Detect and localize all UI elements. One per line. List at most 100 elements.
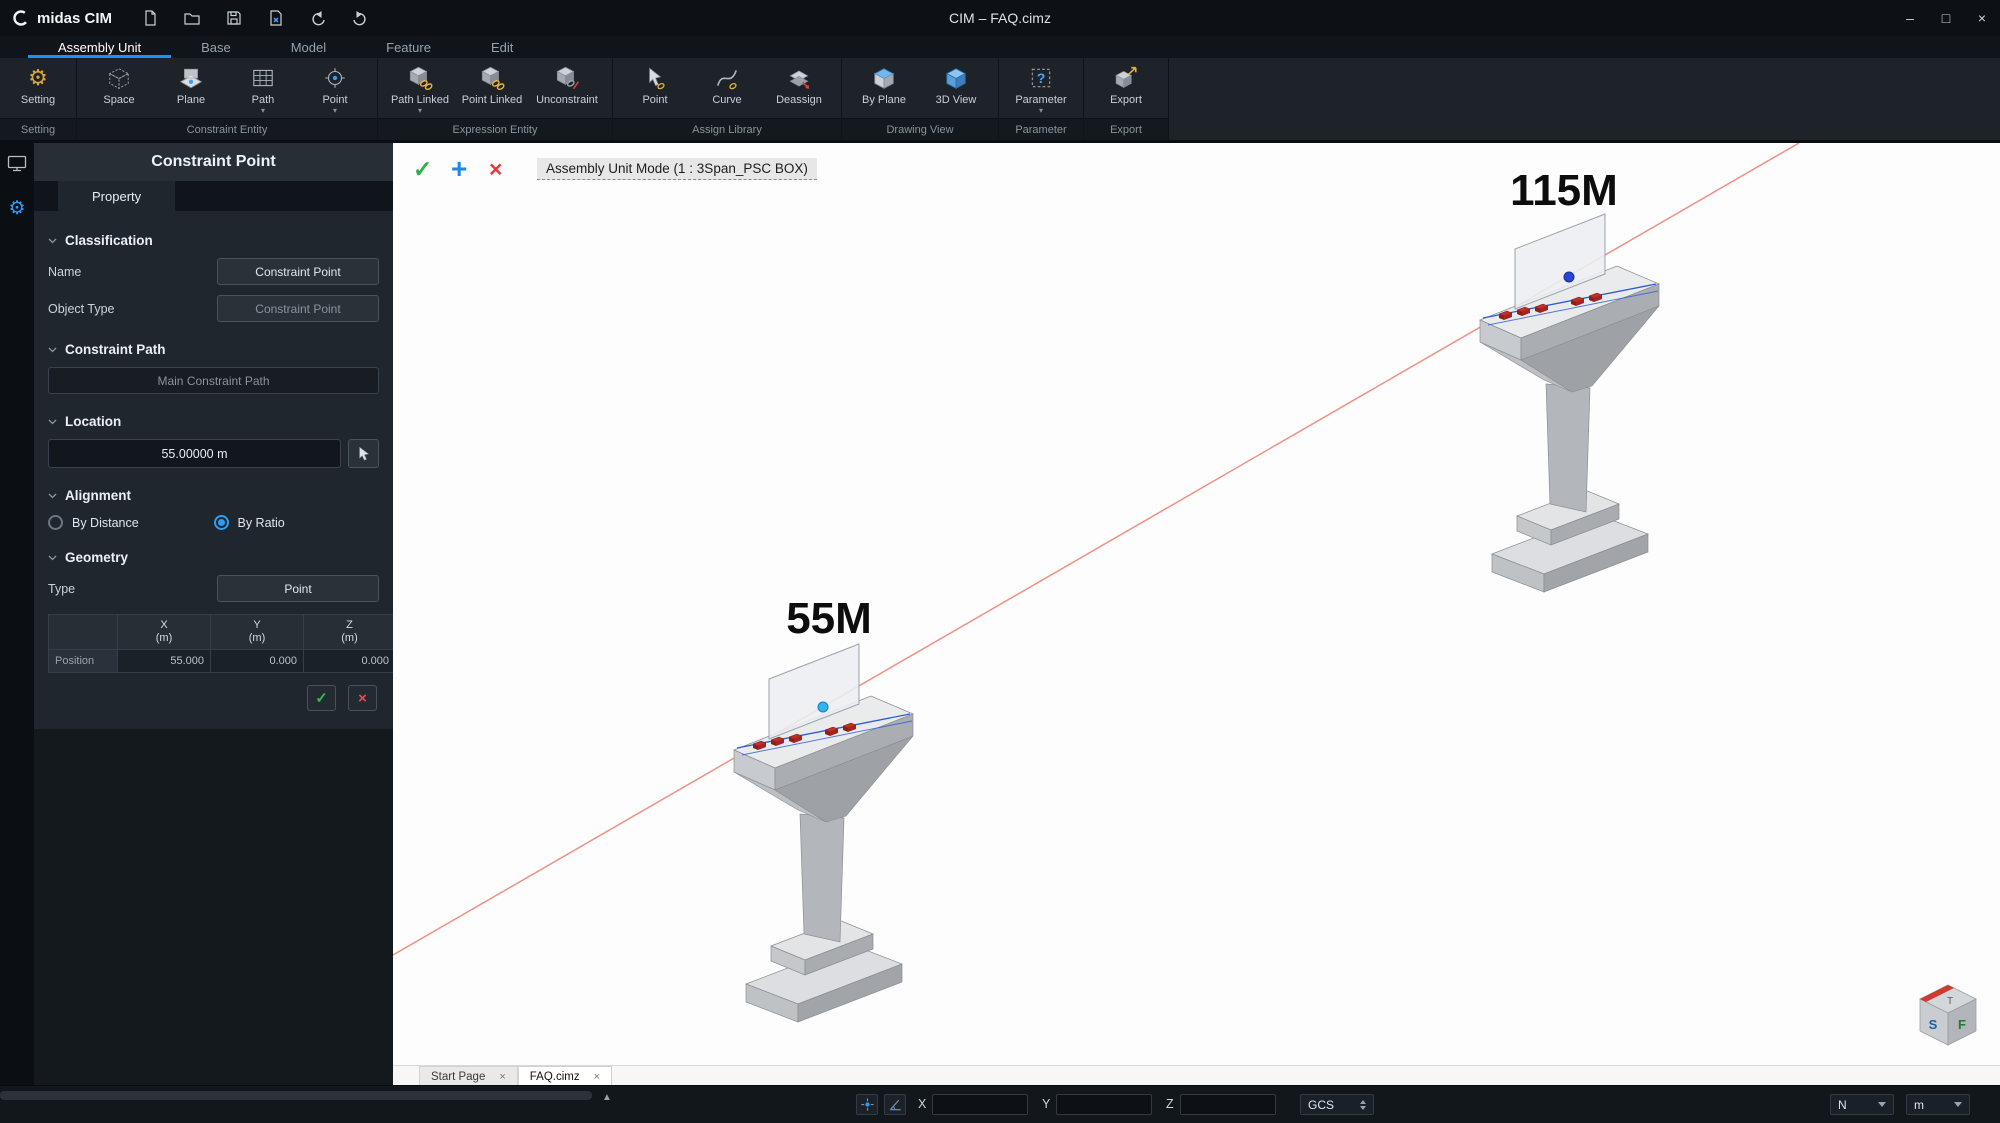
apply-button[interactable]: ✓ [307,685,336,711]
horizontal-scrollbar[interactable] [0,1091,592,1100]
settings-gear-icon[interactable]: ⚙ [8,195,25,223]
parameter-button[interactable]: Parameter ▾ [1005,60,1077,118]
parameter-icon [1028,63,1054,93]
space-button[interactable]: Space [83,60,155,118]
close-document-icon[interactable] [266,8,286,28]
ribbon-group-setting: ⚙ Setting Setting [0,58,77,140]
type-value-button[interactable]: Point [217,575,379,602]
path-linked-button[interactable]: Path Linked ▾ [384,60,456,118]
unconstraint-button[interactable]: Unconstraint [528,60,606,118]
save-icon[interactable] [224,8,244,28]
menu-bar: Assembly Unit Base Model Feature Edit [0,36,2000,58]
menu-tab-assembly-unit[interactable]: Assembly Unit [28,36,171,58]
3d-view-button[interactable]: 3D View [920,60,992,118]
point-linked-button[interactable]: Point Linked [456,60,528,118]
north-dropdown[interactable]: N [1830,1094,1894,1115]
position-z-value: 0.000 [303,649,396,673]
chevron-down-icon [48,555,57,560]
open-folder-icon[interactable] [182,8,202,28]
ribbon: ⚙ Setting Setting Space Plane Path ▾ Poi… [0,58,2000,140]
chevron-down-icon [1954,1102,1962,1107]
section-constraint-path[interactable]: Constraint Path [48,342,379,357]
section-alignment[interactable]: Alignment [48,488,379,503]
pick-location-button[interactable] [348,439,379,468]
view-cube[interactable]: T S F [1919,984,1977,1046]
add-icon[interactable]: + [451,153,489,185]
section-geometry[interactable]: Geometry [48,550,379,565]
gear-icon: ⚙ [28,65,48,90]
tab-property[interactable]: Property [58,181,176,211]
menu-tab-feature[interactable]: Feature [356,36,461,58]
path-linked-icon [407,63,433,93]
menu-tab-model[interactable]: Model [261,36,356,58]
main-constraint-path-field[interactable]: Main Constraint Path [48,367,379,394]
assign-curve-button[interactable]: Curve [691,60,763,118]
export-button[interactable]: Export [1090,60,1162,118]
menu-tab-base[interactable]: Base [171,36,261,58]
plane-button[interactable]: Plane [155,60,227,118]
section-classification[interactable]: Classification [48,233,379,248]
constraint-point-far[interactable] [1563,271,1575,283]
point-button[interactable]: Point ▾ [299,60,371,118]
cancel-mode-icon[interactable]: × [489,156,529,183]
radio-by-distance[interactable]: By Distance [48,515,214,530]
radio-by-ratio[interactable]: By Ratio [213,515,380,530]
z-coord-input[interactable] [1180,1094,1276,1115]
midas-logo-icon [13,10,29,26]
tab-close-icon[interactable]: × [499,1071,505,1083]
pier-far-label: 115M [1510,166,1618,215]
chevron-down-icon [48,347,57,352]
display-panel-icon[interactable] [7,155,27,177]
undo-icon[interactable] [308,8,328,28]
pier-model-near[interactable] [733,643,914,1023]
plane-snap-toggle[interactable] [884,1094,906,1115]
path-button[interactable]: Path ▾ [227,60,299,118]
maximize-icon[interactable]: □ [1928,0,1964,36]
x-coord-input[interactable] [932,1094,1028,1115]
location-input[interactable] [48,439,341,468]
point-snap-toggle[interactable] [856,1094,878,1115]
panel-empty-area [34,729,393,1086]
z-coord-label: Z [1166,1097,1174,1111]
confirm-icon[interactable]: ✓ [413,156,451,183]
object-type-label: Object Type [48,301,115,316]
chevron-down-icon[interactable]: ▾ [261,107,265,115]
constraint-point-near[interactable] [817,701,829,713]
deassign-button[interactable]: Deassign [763,60,835,118]
name-value-button[interactable]: Constraint Point [217,258,379,285]
by-plane-button[interactable]: By Plane [848,60,920,118]
view-cube-left-label: S [1929,1017,1938,1032]
ribbon-group-export: Export Export [1084,58,1169,140]
panel-content: Classification Name Constraint Point Obj… [34,211,396,729]
y-coord-input[interactable] [1056,1094,1152,1115]
setting-button[interactable]: ⚙ Setting [6,60,70,118]
view-cube-right-label: F [1958,1017,1966,1032]
assign-point-button[interactable]: Point [619,60,691,118]
minimize-icon[interactable]: – [1892,0,1928,36]
scroll-up-icon[interactable]: ▲ [602,1093,612,1103]
menu-tab-edit[interactable]: Edit [461,36,543,58]
pier-model-far[interactable] [1479,213,1660,593]
close-icon[interactable]: × [1964,0,2000,36]
unit-dropdown[interactable]: m [1906,1094,1970,1115]
cancel-button[interactable]: × [348,685,377,711]
chevron-down-icon[interactable]: ▾ [1039,107,1043,115]
doc-tab-start-page[interactable]: Start Page × [419,1066,518,1086]
coordinate-system-dropdown[interactable]: GCS [1300,1094,1374,1115]
point-snap-icon [860,1098,874,1111]
doc-tab-faq-cimz[interactable]: FAQ.cimz × [517,1066,613,1086]
3d-viewport-canvas[interactable]: 55M 115M T S F [393,143,2000,1065]
path-grid-icon [250,63,276,93]
chevron-down-icon[interactable]: ▾ [333,107,337,115]
position-x-value: 55.000 [117,649,211,673]
object-type-value: Constraint Point [217,295,379,322]
ribbon-group-label: Assign Library [613,118,841,140]
redo-icon[interactable] [350,8,370,28]
point-icon [322,63,348,93]
chevron-down-icon[interactable]: ▾ [418,107,422,115]
plane-snap-icon [889,1099,901,1111]
tab-close-icon[interactable]: × [594,1071,600,1083]
section-location[interactable]: Location [48,414,379,429]
chevron-down-icon [48,238,57,243]
new-document-icon[interactable] [140,8,160,28]
